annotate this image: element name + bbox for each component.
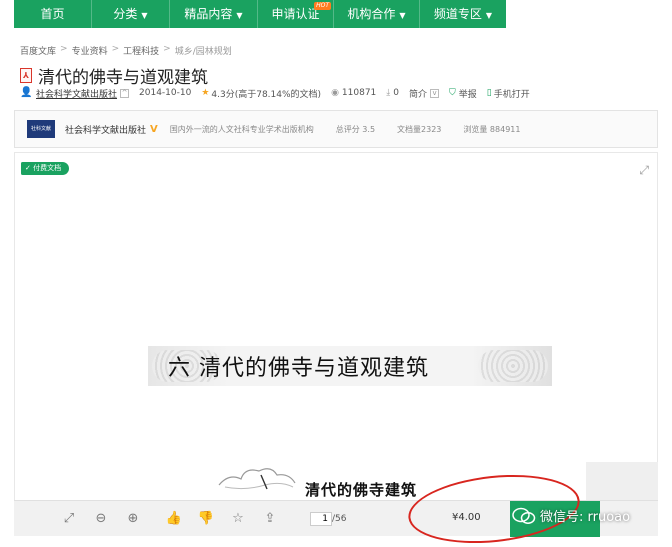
rating: ★ 4.3分(高于78.14%的文档) <box>201 87 321 100</box>
report-label: 举报 <box>458 89 477 100</box>
star-icon: ★ <box>201 88 210 98</box>
fullscreen-icon[interactable]: ⤢ <box>639 163 649 178</box>
nav-label: 申请认证 <box>271 7 320 21</box>
intro-label: 简介 <box>409 89 428 100</box>
star-icon[interactable]: ☆ <box>229 510 247 528</box>
breadcrumb-item[interactable]: 百度文库 <box>20 44 56 57</box>
check-icon: ✓ <box>25 164 34 172</box>
verified-icon: V <box>150 123 158 135</box>
caret-down-icon: ▼ <box>399 11 406 20</box>
breadcrumb-item[interactable]: 专业资料 <box>72 44 108 57</box>
report-button[interactable]: ⛉ 举报 <box>449 87 477 100</box>
breadcrumb-separator: > <box>163 44 171 54</box>
publisher-bar: 社科文献 社会科学文献出版社 V 国内外一流的人文社科专业学术出版机构 总评分 … <box>14 110 658 148</box>
breadcrumb-separator: > <box>60 44 68 54</box>
thumbs-down-icon[interactable]: 👎 <box>197 510 215 528</box>
paid-badge-label: 付费文档 <box>33 164 62 172</box>
eye-icon: ◉ <box>331 88 339 98</box>
nav-label: 频道专区 <box>433 7 482 21</box>
top-nav: 首页 分类 ▼ 精品内容 ▼ 申请认证 HOT 机构合作 ▼ 频道专区 ▼ <box>14 0 506 28</box>
phone-icon: ▯ <box>486 88 492 98</box>
nav-label: 精品内容 <box>184 7 233 21</box>
fullscreen-icon[interactable]: ⤢ <box>60 510 78 528</box>
nav-item-category[interactable]: 分类 ▼ <box>92 0 170 28</box>
nav-label: 首页 <box>40 7 65 21</box>
user-icon: 👤 <box>20 87 33 98</box>
view-count: ◉ 110871 <box>331 88 376 98</box>
breadcrumb-item[interactable]: 工程科技 <box>123 44 159 57</box>
upload-date: 2014-10-10 <box>139 88 191 98</box>
slide-subheading: 清代的佛寺建筑 <box>305 481 418 499</box>
share-icon[interactable]: ⇪ <box>261 510 279 528</box>
caret-down-icon: ▼ <box>141 11 148 20</box>
open-on-mobile-button[interactable]: ▯ 手机打开 <box>487 87 530 100</box>
wechat-watermark: 微信号: rruoao <box>512 506 630 525</box>
expand-arrow-icon[interactable]: ^ <box>120 88 130 98</box>
download-icon: ⤓ <box>386 88 391 98</box>
title-row: ⅄ 清代的佛寺与道观建筑 <box>20 63 208 88</box>
nav-item-certification[interactable]: 申请认证 HOT <box>258 0 334 28</box>
watermark-text: 微信号: rruoao <box>540 510 631 525</box>
ornament-pattern <box>478 350 548 382</box>
zoom-in-icon[interactable]: ⊕ <box>124 510 142 528</box>
cloud-ornament-icon <box>218 468 296 490</box>
wechat-icon <box>512 507 536 524</box>
publisher-meta: 👤 社会科学文献出版社 ^ <box>20 87 130 100</box>
slide-banner: 六 清代的佛寺与道观建筑 <box>148 346 552 386</box>
publisher-name[interactable]: 社会科学文献出版社 <box>65 123 146 136</box>
slide-heading: 六 清代的佛寺与道观建筑 <box>168 356 429 381</box>
pdf-icon: ⅄ <box>20 68 32 83</box>
rating-value: 4.3分(高于78.14%的文档) <box>211 89 322 100</box>
publisher-view-count: 浏览量 884911 <box>463 124 521 134</box>
date-value: 2014-10-10 <box>139 88 192 98</box>
chevron-down-icon: v <box>430 88 440 98</box>
document-viewer: ✓ 付费文档 ⤢ 六 清代的佛寺与道观建筑 清代的佛寺建筑 <box>14 152 658 532</box>
nav-item-cooperation[interactable]: 机构合作 ▼ <box>334 0 420 28</box>
breadcrumb-separator: > <box>111 44 120 54</box>
nav-item-channels[interactable]: 频道专区 ▼ <box>420 0 506 28</box>
nav-item-home[interactable]: 首页 <box>14 0 92 28</box>
nav-item-premium[interactable]: 精品内容 ▼ <box>170 0 258 28</box>
page-number-input[interactable] <box>310 511 332 526</box>
doc-meta: 👤 社会科学文献出版社 ^ 2014-10-10 ★ 4.3分(高于78.14%… <box>20 86 540 100</box>
hot-badge: HOT <box>314 2 331 10</box>
publisher-logo[interactable]: 社科文献 <box>27 120 55 138</box>
caret-down-icon: ▼ <box>236 11 243 20</box>
breadcrumb: 百度文库 > 专业资料 > 工程科技 > 城乡/园林规划 <box>20 44 232 57</box>
total-pages: /56 <box>332 513 347 524</box>
downloads-value: 0 <box>393 88 399 98</box>
publisher-doc-count: 文档量2323 <box>397 124 442 134</box>
shield-icon: ⛉ <box>449 88 456 98</box>
caret-down-icon: ▼ <box>485 11 493 20</box>
publisher-total-rating: 总评分 3.5 <box>335 124 376 134</box>
zoom-out-icon[interactable]: ⊖ <box>92 510 110 528</box>
nav-label: 分类 <box>113 7 138 21</box>
breadcrumb-item[interactable]: 城乡/园林规划 <box>175 44 232 57</box>
download-count: ⤓ 0 <box>386 88 399 98</box>
mobile-label: 手机打开 <box>493 89 530 100</box>
publisher-description: 国内外一流的人文社科专业学术出版机构 <box>169 124 314 134</box>
publisher-link[interactable]: 社会科学文献出版社 <box>36 87 117 100</box>
page-title: 清代的佛寺与道观建筑 <box>38 68 208 88</box>
thumbs-up-icon[interactable]: 👍 <box>165 510 183 528</box>
nav-label: 机构合作 <box>347 7 396 21</box>
page-navigator: /56 <box>310 511 347 526</box>
paid-doc-badge: ✓ 付费文档 <box>21 162 70 175</box>
views-value: 110871 <box>341 88 377 98</box>
intro-dropdown[interactable]: 简介 v <box>409 87 440 100</box>
